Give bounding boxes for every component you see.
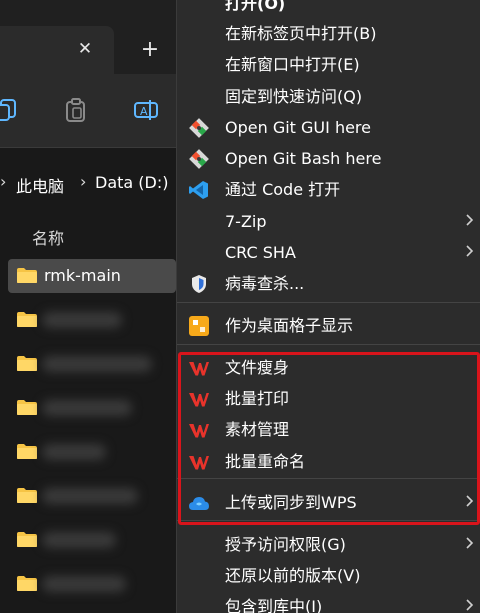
menu-item[interactable]: 包含到库中(I) xyxy=(177,591,480,613)
menu-item-label: 还原以前的版本(V) xyxy=(225,566,361,585)
folder-icon xyxy=(17,356,37,371)
folder-icon xyxy=(17,312,37,327)
menu-item[interactable]: 授予访问权限(G) xyxy=(177,529,480,560)
menu-item-label: 包含到库中(I) xyxy=(225,597,323,613)
menu-item-label: 固定到快速访问(Q) xyxy=(225,87,363,106)
folder-icon xyxy=(17,576,37,591)
obscured-file-name xyxy=(42,444,106,460)
wps-items-highlight-box xyxy=(178,352,480,525)
obscured-file-name xyxy=(42,576,126,592)
antivirus-shield-icon xyxy=(192,275,206,293)
file-row[interactable] xyxy=(8,567,176,601)
tab-bar: ✕ + xyxy=(0,0,176,74)
tab-close-button[interactable]: ✕ xyxy=(74,38,96,60)
menu-item[interactable]: CRC SHA xyxy=(177,237,480,268)
menu-item[interactable]: 固定到快速访问(Q) xyxy=(177,81,480,112)
file-row[interactable] xyxy=(8,435,176,469)
menu-item-label: 通过 Code 打开 xyxy=(225,180,341,199)
menu-item-label: 打开(O) xyxy=(225,0,286,13)
menu-separator xyxy=(177,344,480,345)
menu-item[interactable]: 通过 Code 打开 xyxy=(177,174,480,205)
menu-item[interactable]: Open Git GUI here xyxy=(177,112,480,143)
obscured-file-name xyxy=(42,312,122,328)
chevron-right-icon xyxy=(466,245,474,257)
file-row[interactable] xyxy=(8,523,176,557)
menu-item[interactable]: 在新标签页中打开(B) xyxy=(177,18,480,49)
rename-icon[interactable]: A xyxy=(132,96,160,124)
menu-item[interactable]: 还原以前的版本(V) xyxy=(177,560,480,591)
vscode-icon xyxy=(189,181,208,199)
folder-icon xyxy=(17,444,37,459)
chevron-right-icon xyxy=(466,214,474,226)
file-row[interactable] xyxy=(8,391,176,425)
command-toolbar: A xyxy=(0,74,176,148)
folder-icon xyxy=(17,400,37,415)
obscured-file-name xyxy=(42,400,132,416)
file-row[interactable] xyxy=(8,479,176,513)
menu-item-label: Open Git GUI here xyxy=(225,118,371,137)
breadcrumb-separator[interactable]: › xyxy=(80,172,86,191)
column-header-name[interactable]: 名称 xyxy=(32,225,64,249)
file-row[interactable]: rmk-main xyxy=(8,259,176,293)
obscured-file-name xyxy=(42,532,116,548)
menu-item[interactable]: 在新窗口中打开(E) xyxy=(177,49,480,80)
menu-item-label: CRC SHA xyxy=(225,243,296,262)
file-name: rmk-main xyxy=(44,266,121,285)
menu-item[interactable]: 病毒查杀... xyxy=(177,268,480,299)
file-explorer-window: ✕ + A › 此电脑 › Data (D:) 名称 rmk-main xyxy=(0,0,176,613)
folder-icon xyxy=(17,268,37,283)
obscured-file-name xyxy=(42,356,152,372)
new-tab-button[interactable]: + xyxy=(138,38,162,62)
paste-icon[interactable] xyxy=(62,96,90,124)
svg-text:A: A xyxy=(140,105,148,118)
desktop-grid-icon xyxy=(189,316,209,336)
menu-item-label: 作为桌面格子显示 xyxy=(225,316,354,335)
menu-item-label: 授予访问权限(G) xyxy=(225,535,346,554)
menu-item-label: 在新窗口中打开(E) xyxy=(225,55,360,74)
breadcrumb-separator: › xyxy=(0,172,7,191)
git-icon xyxy=(189,149,209,169)
breadcrumb-drive[interactable]: Data (D:) xyxy=(95,173,168,192)
tab-active[interactable] xyxy=(0,26,114,74)
menu-separator xyxy=(177,302,480,303)
file-row[interactable] xyxy=(8,303,176,337)
obscured-file-name xyxy=(42,488,138,504)
menu-item-label: 在新标签页中打开(B) xyxy=(225,24,377,43)
menu-item-label: 病毒查杀... xyxy=(225,274,305,293)
breadcrumb-this-pc[interactable]: 此电脑 xyxy=(16,173,64,197)
chevron-right-icon xyxy=(466,599,474,611)
file-row[interactable] xyxy=(8,347,176,381)
menu-item[interactable]: 作为桌面格子显示 xyxy=(177,310,480,341)
menu-item-open[interactable]: 打开(O) xyxy=(177,0,480,19)
menu-item-label: 7-Zip xyxy=(225,212,267,231)
menu-item[interactable]: Open Git Bash here xyxy=(177,143,480,174)
menu-item[interactable]: 7-Zip xyxy=(177,206,480,237)
git-icon xyxy=(189,118,209,138)
menu-item-label: Open Git Bash here xyxy=(225,149,382,168)
folder-icon xyxy=(17,488,37,503)
folder-icon xyxy=(17,532,37,547)
copy-icon[interactable] xyxy=(0,96,22,124)
chevron-right-icon xyxy=(466,537,474,549)
